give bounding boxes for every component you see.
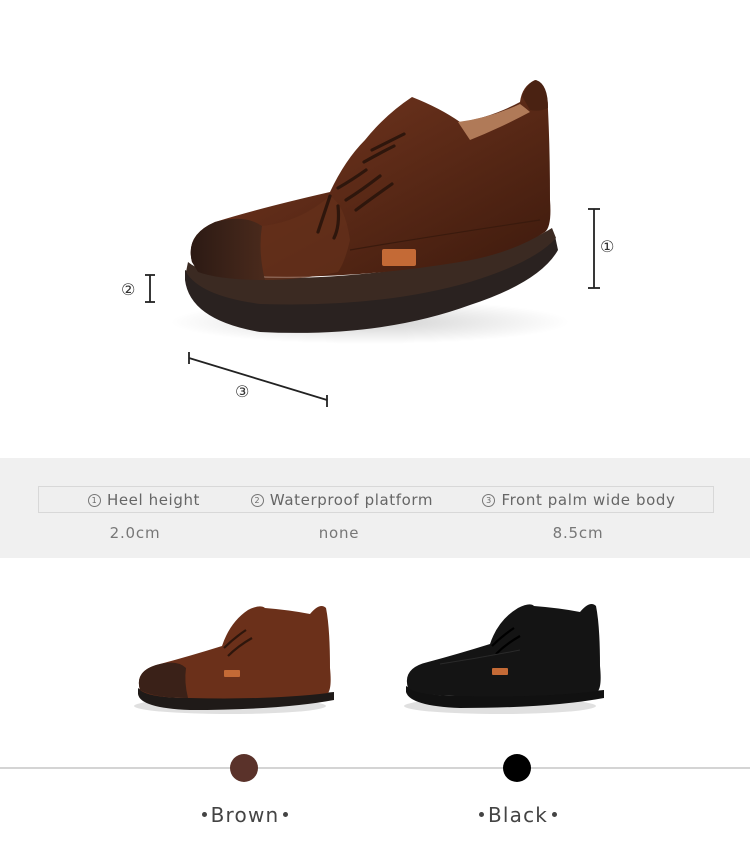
spec-header-platform: 2 Waterproof platform bbox=[244, 491, 440, 509]
spec-header-row: 1 Heel height 2 Waterproof platform 3 Front… bbox=[38, 486, 714, 513]
spec-value-heel: 2.0cm bbox=[109, 524, 161, 542]
bullet-icon bbox=[201, 812, 207, 817]
heel-height-marker: ① bbox=[600, 237, 615, 256]
brown-shoe-image[interactable] bbox=[130, 598, 340, 718]
width-marker: ③ bbox=[235, 382, 250, 401]
color-label-brown[interactable]: Brown bbox=[180, 803, 310, 827]
product-hero: ① ② ③ bbox=[0, 0, 750, 458]
main-shoe-image bbox=[145, 80, 600, 407]
platform-marker: ② bbox=[121, 280, 136, 299]
color-swatch-black[interactable] bbox=[503, 754, 531, 782]
bullet-icon bbox=[283, 812, 289, 817]
color-label-black[interactable]: Black bbox=[453, 803, 583, 827]
spec-value-width: 8.5cm bbox=[552, 524, 604, 542]
spec-header-heel: 1 Heel height bbox=[79, 491, 209, 509]
number-badge-icon: 2 bbox=[250, 494, 264, 507]
bullet-icon bbox=[552, 812, 558, 817]
spec-value-platform: none bbox=[318, 524, 360, 542]
bullet-icon bbox=[478, 812, 484, 817]
divider bbox=[0, 767, 750, 769]
color-options: Brown Black bbox=[0, 558, 750, 846]
number-badge-icon: 1 bbox=[87, 494, 101, 507]
color-swatch-brown[interactable] bbox=[230, 754, 258, 782]
number-badge-icon: 3 bbox=[482, 494, 496, 507]
spec-header-width: 3 Front palm wide body bbox=[477, 491, 681, 509]
spec-table: 1 Heel height 2 Waterproof platform 3 Front… bbox=[0, 458, 750, 558]
black-shoe-image[interactable] bbox=[400, 598, 610, 718]
